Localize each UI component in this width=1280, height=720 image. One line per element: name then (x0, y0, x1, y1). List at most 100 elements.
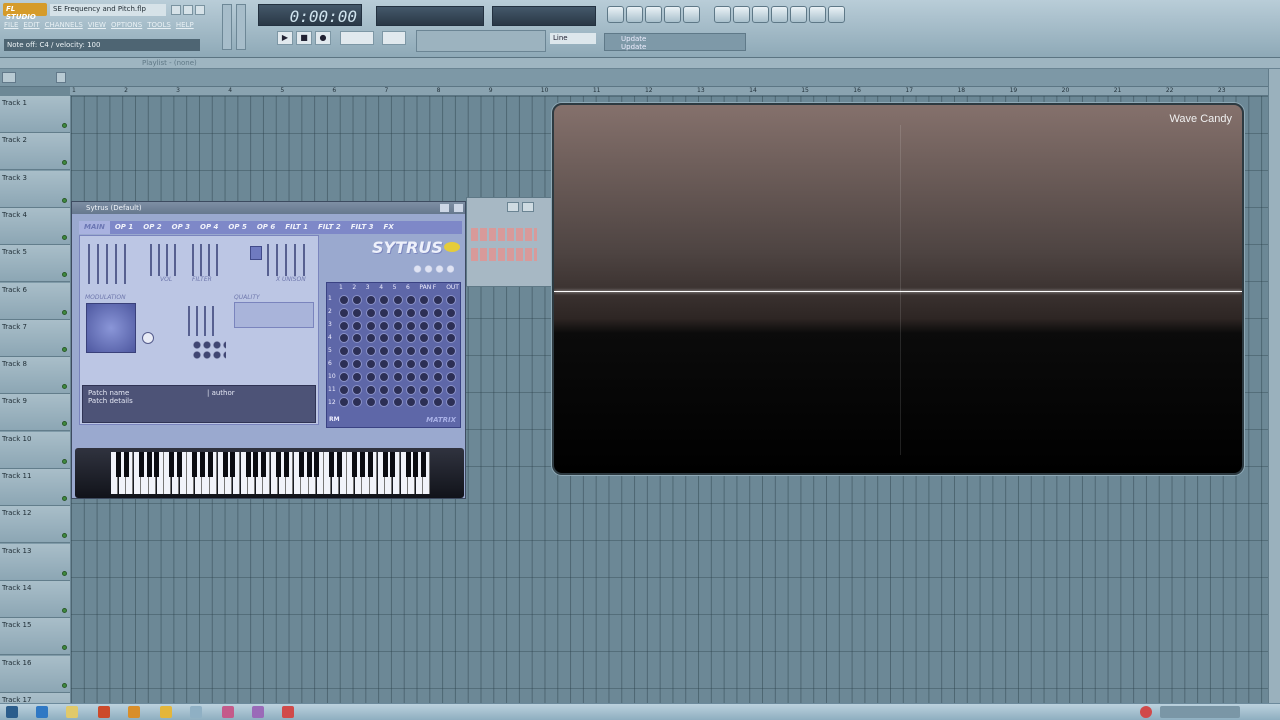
matrix-knob[interactable] (392, 320, 403, 331)
black-key[interactable] (116, 452, 122, 477)
start-icon[interactable] (6, 706, 18, 718)
matrix-knob[interactable] (365, 371, 376, 382)
track-mute-led[interactable] (62, 607, 67, 613)
track-header[interactable]: Track 16 (0, 655, 70, 693)
matrix-knob[interactable] (432, 295, 443, 305)
track-mute-led[interactable] (62, 570, 67, 576)
matrix-knob[interactable] (432, 397, 443, 408)
matrix-knob[interactable] (352, 307, 363, 318)
matrix-knob[interactable] (392, 384, 403, 395)
matrix-knob[interactable] (352, 320, 363, 331)
track-header[interactable]: Track 10 (0, 431, 70, 469)
channel-rack-menu-icon[interactable] (507, 202, 519, 212)
black-key[interactable] (199, 452, 205, 477)
black-key[interactable] (245, 452, 251, 477)
render-icon[interactable] (752, 6, 769, 23)
mod-knobs[interactable] (192, 340, 226, 360)
track-mute-led[interactable] (62, 309, 67, 315)
fl-studio-taskbar-icon[interactable] (160, 706, 172, 718)
matrix-knob[interactable] (432, 346, 443, 357)
matrix-knob[interactable] (419, 384, 430, 395)
track-header[interactable]: Track 3 (0, 170, 70, 208)
matrix-knob[interactable] (365, 320, 376, 331)
matrix-knob[interactable] (365, 295, 376, 305)
black-key[interactable] (253, 452, 259, 477)
matrix-knob[interactable] (419, 359, 430, 369)
modulation-xy-pad[interactable] (86, 303, 136, 353)
matrix-knob[interactable] (446, 307, 457, 318)
matrix-knob[interactable] (446, 346, 457, 357)
track-header[interactable]: Track 15 (0, 618, 70, 656)
matrix-knob[interactable] (365, 384, 376, 395)
matrix-knob[interactable] (419, 320, 430, 331)
black-key[interactable] (138, 452, 144, 477)
tab-filt-2[interactable]: FILT 2 (313, 221, 346, 234)
filter-sliders[interactable] (192, 244, 224, 276)
black-key[interactable] (405, 452, 411, 477)
track-mute-led[interactable] (62, 123, 67, 128)
tab-op-1[interactable]: OP 1 (110, 221, 138, 234)
matrix-knob[interactable] (446, 359, 457, 369)
time-ruler[interactable]: 1 2 3 4 5 6 7 8 9 10 11 12 13 14 15 16 17 18 19 20 21 22 23 (70, 87, 1268, 96)
black-key[interactable] (222, 452, 228, 477)
undo-icon[interactable] (714, 6, 731, 23)
track-mute-led[interactable] (62, 458, 67, 464)
fm-matrix[interactable]: 1 2 3 4 5 6 PAN F OUT 1 2 3 4 5 6 10 11 12 RM MATRIX (326, 282, 461, 428)
track-header[interactable]: Track 5 (0, 245, 70, 283)
track-header[interactable]: Track 4 (0, 207, 70, 245)
minimize-icon[interactable] (171, 5, 181, 15)
explorer-icon[interactable] (66, 706, 78, 718)
black-key[interactable] (337, 452, 343, 477)
unison-button[interactable] (250, 246, 262, 260)
menu-edit[interactable]: EDIT (23, 21, 39, 29)
matrix-knob[interactable] (432, 320, 443, 331)
matrix-knob[interactable] (365, 397, 376, 408)
matrix-knob[interactable] (406, 384, 416, 395)
black-key[interactable] (154, 452, 160, 477)
track-header[interactable]: Track 1 (0, 96, 70, 133)
step-buttons-row-2[interactable] (471, 248, 537, 261)
tempo-display[interactable] (340, 31, 374, 45)
matrix-knob[interactable] (365, 359, 376, 369)
matrix-knob[interactable] (406, 371, 416, 382)
black-key[interactable] (169, 452, 175, 477)
matrix-knob[interactable] (339, 320, 349, 331)
menu-channels[interactable]: CHANNELS (45, 21, 83, 29)
master-pitch-slider[interactable] (236, 4, 246, 50)
black-key[interactable] (382, 452, 388, 477)
matrix-knob[interactable] (352, 359, 363, 369)
black-key[interactable] (329, 452, 335, 477)
track-mute-led[interactable] (62, 533, 67, 539)
record-options[interactable] (416, 30, 546, 52)
matrix-knob[interactable] (352, 346, 363, 357)
matrix-knob[interactable] (406, 320, 416, 331)
app-icon-3[interactable] (252, 706, 264, 718)
black-key[interactable] (230, 452, 236, 477)
track-header[interactable]: Track 12 (0, 506, 70, 544)
record-button[interactable]: ● (315, 31, 331, 45)
chrome-icon[interactable] (128, 706, 140, 718)
matrix-knob[interactable] (352, 295, 363, 305)
matrix-knob[interactable] (339, 295, 349, 305)
mod-knob[interactable] (142, 332, 154, 344)
matrix-knob[interactable] (339, 346, 349, 357)
matrix-knob[interactable] (446, 397, 457, 408)
black-key[interactable] (359, 452, 365, 477)
matrix-knob[interactable] (379, 359, 390, 369)
matrix-knob[interactable] (339, 397, 349, 408)
news-panel[interactable]: Update Update (604, 33, 746, 51)
matrix-knob[interactable] (352, 333, 363, 344)
sytrus-arrows-icon[interactable] (440, 204, 449, 212)
snap-icon[interactable] (56, 72, 66, 83)
settings-icon[interactable] (809, 6, 826, 23)
app-icon-1[interactable] (190, 706, 202, 718)
matrix-knob[interactable] (339, 333, 349, 344)
matrix-knob[interactable] (339, 371, 349, 382)
matrix-knob[interactable] (365, 333, 376, 344)
matrix-knob[interactable] (339, 384, 349, 395)
matrix-knob[interactable] (352, 371, 363, 382)
piano-roll-icon[interactable] (645, 6, 662, 23)
pattern-selector[interactable] (382, 31, 406, 45)
matrix-knob[interactable] (392, 295, 403, 305)
track-mute-led[interactable] (62, 421, 67, 427)
